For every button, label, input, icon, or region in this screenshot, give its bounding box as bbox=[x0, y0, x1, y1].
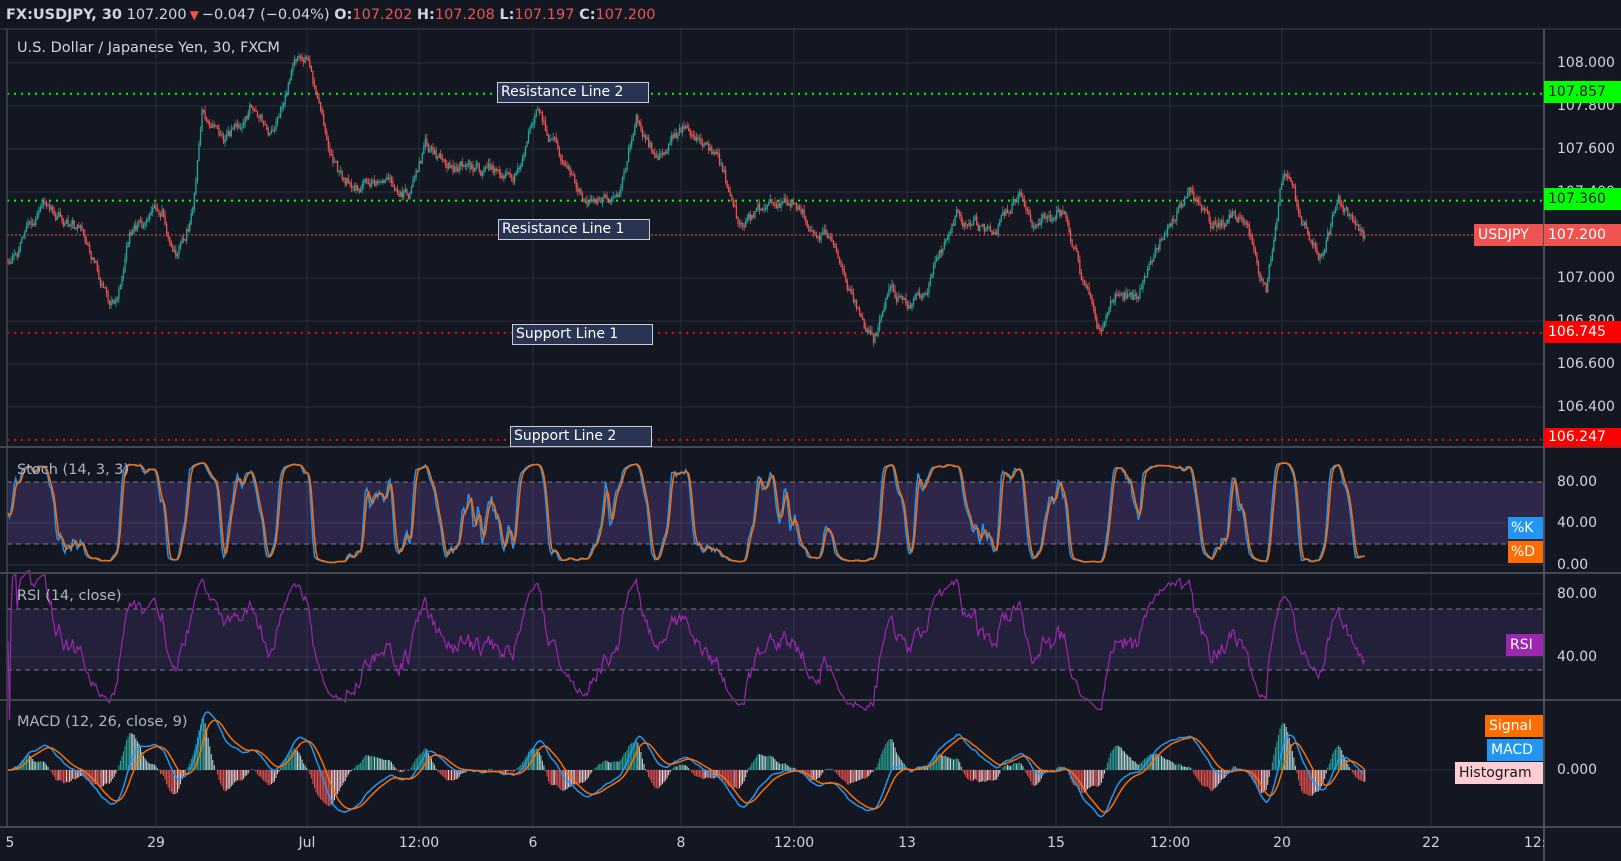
time-tick: 8 bbox=[676, 835, 686, 851]
last-price-tag: 107.200 bbox=[1544, 224, 1621, 246]
stoch-tick: 40.00 bbox=[1557, 515, 1598, 531]
support-2-price-tag: 106.247 bbox=[1544, 428, 1621, 447]
time-tick: Jul bbox=[298, 835, 316, 851]
grid bbox=[7, 29, 1544, 827]
time-tick: 15 bbox=[1047, 835, 1065, 851]
time-tick: 12:00 bbox=[1149, 835, 1191, 851]
macd-tick: 0.000 bbox=[1557, 762, 1598, 778]
stoch-d-tag: %D bbox=[1508, 541, 1543, 563]
rsi-band bbox=[7, 609, 1544, 670]
time-tick: 5 bbox=[5, 835, 15, 851]
rsi-tick: 40.00 bbox=[1557, 649, 1598, 665]
rsi-tick: 80.00 bbox=[1557, 586, 1598, 602]
price-tick: 106.600 bbox=[1557, 356, 1615, 372]
time-tick: 20 bbox=[1273, 835, 1291, 851]
support-1-price-tag: 106.745 bbox=[1544, 321, 1621, 343]
time-tick: 12:00 bbox=[1523, 835, 1544, 851]
resistance-1-price-tag: 107.360 bbox=[1544, 188, 1621, 210]
stoch-title[interactable]: Stoch (14, 3, 3) bbox=[17, 462, 129, 478]
support-line-1-label[interactable]: Support Line 1 bbox=[512, 324, 653, 345]
macd-title[interactable]: MACD (12, 26, close, 9) bbox=[17, 714, 188, 730]
rsi-title[interactable]: RSI (14, close) bbox=[17, 588, 122, 604]
resistance-line-1-label[interactable]: Resistance Line 1 bbox=[498, 219, 650, 240]
indicator-bands bbox=[7, 481, 1544, 671]
resistance-2-price-tag: 107.857 bbox=[1544, 81, 1621, 103]
histogram-tag: Histogram bbox=[1455, 762, 1543, 784]
resistance-line-2-label[interactable]: Resistance Line 2 bbox=[497, 82, 649, 103]
main-pane-title: U.S. Dollar / Japanese Yen, 30, FXCM bbox=[17, 40, 280, 56]
signal-tag: Signal bbox=[1485, 715, 1543, 737]
level-lines bbox=[7, 92, 1544, 441]
time-tick: 13 bbox=[898, 835, 916, 851]
price-tick: 106.400 bbox=[1557, 399, 1615, 415]
time-tick: 12:00 bbox=[398, 835, 440, 851]
stoch-tick: 80.00 bbox=[1557, 474, 1598, 490]
pane-frame bbox=[0, 28, 1621, 861]
stoch-tick: 0.00 bbox=[1557, 557, 1589, 573]
time-tick: 6 bbox=[528, 835, 538, 851]
stoch-k-tag: %K bbox=[1508, 517, 1543, 539]
macd-tag: MACD bbox=[1487, 739, 1543, 761]
rsi-tag: RSI bbox=[1506, 634, 1543, 656]
support-line-2-label[interactable]: Support Line 2 bbox=[510, 426, 652, 447]
price-tick: 108.000 bbox=[1557, 55, 1615, 71]
time-tick: 22 bbox=[1422, 835, 1440, 851]
time-tick: 12:00 bbox=[773, 835, 815, 851]
time-tick: 29 bbox=[147, 835, 165, 851]
time-axis[interactable]: 5 29 Jul 12:00 6 8 12:00 13 15 12:00 20 … bbox=[0, 827, 1544, 861]
chart-canvas[interactable] bbox=[0, 0, 1621, 861]
symbol-tag: USDJPY bbox=[1474, 224, 1543, 246]
price-tick: 107.600 bbox=[1557, 141, 1615, 157]
price-tick: 107.000 bbox=[1557, 270, 1615, 286]
